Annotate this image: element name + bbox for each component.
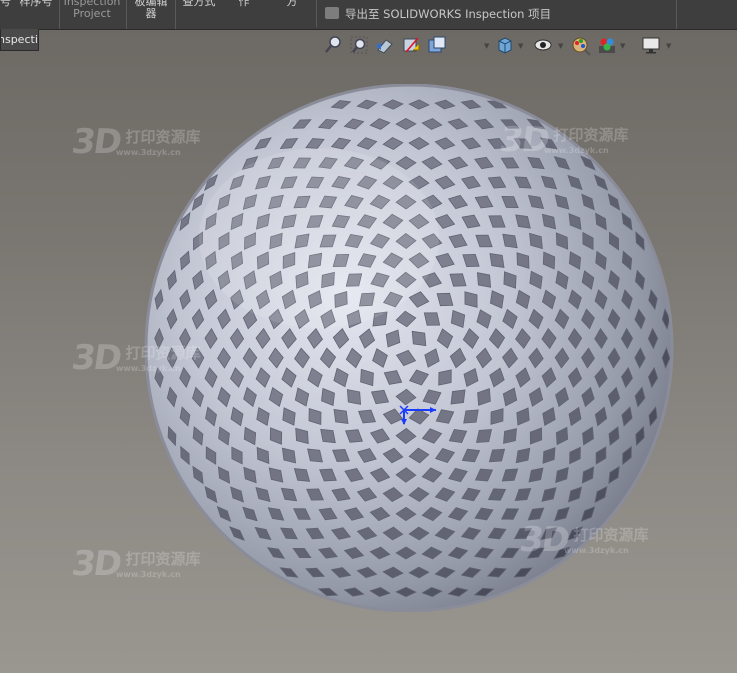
lattice-cell — [346, 389, 362, 405]
ribbon-label: 板编辑 器 — [134, 0, 168, 20]
command-manager-ribbon: 号 样序号 Inspection Project 板编辑 器 查方式 作 方 导… — [0, 0, 737, 30]
ribbon-label: 作 — [238, 0, 250, 8]
lattice-cell — [489, 253, 505, 268]
ribbon-separator — [126, 0, 127, 29]
lattice-cell — [515, 447, 531, 464]
ribbon-button-query-mode[interactable]: 查方式 — [176, 0, 222, 8]
ribbon-button-inspection-project[interactable]: Inspection Project — [60, 0, 124, 20]
chevron-down-icon[interactable]: ▼ — [666, 42, 671, 50]
section-view-icon[interactable] — [400, 34, 422, 56]
lattice-cell — [502, 233, 518, 249]
lattice-cell — [475, 429, 493, 443]
origin-triad-icon — [399, 405, 436, 425]
lattice-cell — [307, 448, 323, 463]
graphics-area-model[interactable] — [142, 83, 676, 613]
lattice-cell — [464, 291, 478, 308]
ribbon-button-operation[interactable]: 作 — [232, 0, 256, 8]
previous-view-icon[interactable] — [374, 34, 396, 56]
tab-label: nspection — [0, 33, 38, 46]
lattice-cell — [450, 389, 466, 405]
lattice-sphere-model — [144, 83, 674, 613]
lattice-cell — [411, 330, 427, 347]
hide-show-items-icon[interactable] — [532, 34, 554, 56]
export-to-inspection-button[interactable]: 导出至 SOLIDWORKS Inspection 项目 — [316, 0, 677, 27]
lattice-cell — [320, 428, 336, 444]
lattice-cell — [333, 409, 349, 424]
ribbon-button-template-editor[interactable]: 板编辑 器 — [128, 0, 174, 20]
ribbon-button-method[interactable]: 方 — [280, 0, 304, 8]
edit-appearance-icon[interactable] — [570, 34, 592, 56]
watermark-logo: 3D — [69, 338, 123, 378]
lattice-cell — [423, 312, 441, 326]
export-label: 导出至 SOLIDWORKS Inspection 项目 — [345, 7, 552, 21]
ribbon-label: 查方式 — [182, 0, 216, 8]
lattice-cell — [463, 409, 479, 424]
lattice-cell — [438, 369, 452, 386]
lattice-cell — [476, 272, 492, 288]
ribbon-label: Inspection Project — [63, 0, 121, 20]
chevron-down-icon[interactable]: ▼ — [620, 42, 625, 50]
chevron-down-icon[interactable]: ▼ — [518, 42, 523, 50]
ribbon-separator — [676, 0, 677, 29]
watermark-logo: 3D — [69, 122, 123, 162]
ribbon-label: 样序号 — [19, 0, 53, 8]
ribbon-button-partial[interactable]: 号 — [0, 0, 11, 8]
heads-up-view-toolbar: ▼ ▼ ▼ ▼ ▼ — [322, 34, 672, 56]
zoom-to-fit-icon[interactable] — [322, 34, 344, 56]
export-icon — [325, 7, 339, 19]
chevron-down-icon[interactable]: ▼ — [484, 42, 489, 50]
ribbon-button-balloon-sequence[interactable]: 样序号 — [16, 0, 56, 8]
lattice-cell — [503, 428, 517, 444]
apply-scene-icon[interactable] — [596, 34, 618, 56]
tab-inspection[interactable]: nspection — [0, 29, 39, 51]
zoom-to-area-icon[interactable] — [348, 34, 370, 56]
watermark-logo: 3D — [69, 544, 123, 584]
dynamic-annotation-icon[interactable] — [426, 34, 448, 56]
view-settings-icon[interactable] — [640, 34, 662, 56]
chevron-down-icon[interactable]: ▼ — [558, 42, 563, 50]
ribbon-label: 号 — [0, 0, 11, 8]
ribbon-label: 方 — [286, 0, 298, 8]
lattice-cell — [528, 467, 544, 483]
view-orientation-icon[interactable] — [494, 34, 516, 56]
